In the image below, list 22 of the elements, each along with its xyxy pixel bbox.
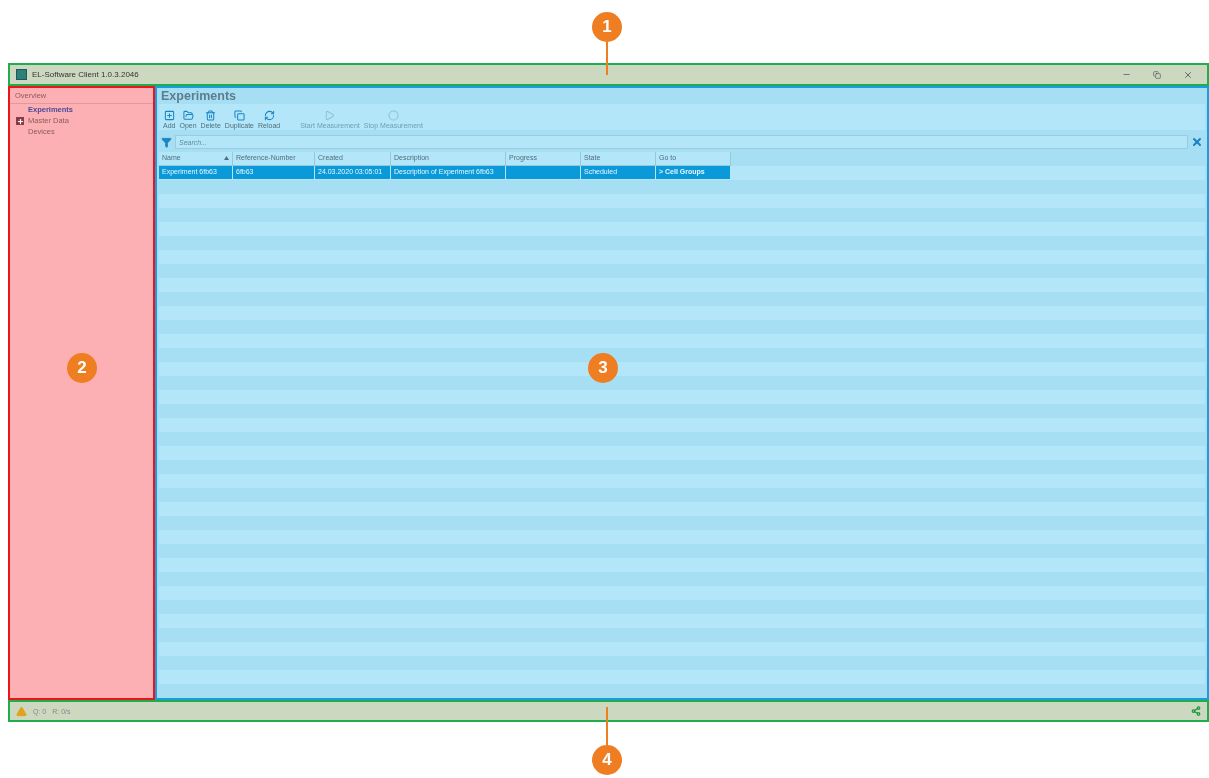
circle-icon	[387, 110, 399, 121]
close-icon	[1183, 69, 1193, 80]
trash-icon	[205, 110, 217, 121]
leader-line	[606, 42, 608, 75]
warning-icon	[16, 705, 27, 717]
filter-icon	[161, 136, 172, 148]
copy-icon	[233, 110, 245, 121]
page-title: Experiments	[160, 88, 238, 104]
play-icon	[324, 110, 336, 121]
sort-icon	[224, 156, 229, 160]
leader-line	[606, 707, 608, 745]
app-logo-icon	[16, 69, 27, 80]
expand-icon[interactable]	[16, 117, 24, 125]
window-title: EL-Software Client 1.0.3.2046	[32, 70, 140, 79]
add-icon	[163, 110, 175, 121]
callout-badge: 1	[592, 12, 622, 42]
folder-icon	[182, 110, 194, 121]
restore-icon	[1153, 70, 1161, 79]
refresh-icon	[263, 110, 275, 121]
network-icon	[1191, 706, 1201, 716]
clear-icon[interactable]	[1191, 136, 1203, 148]
callout-badge: 4	[592, 745, 622, 775]
